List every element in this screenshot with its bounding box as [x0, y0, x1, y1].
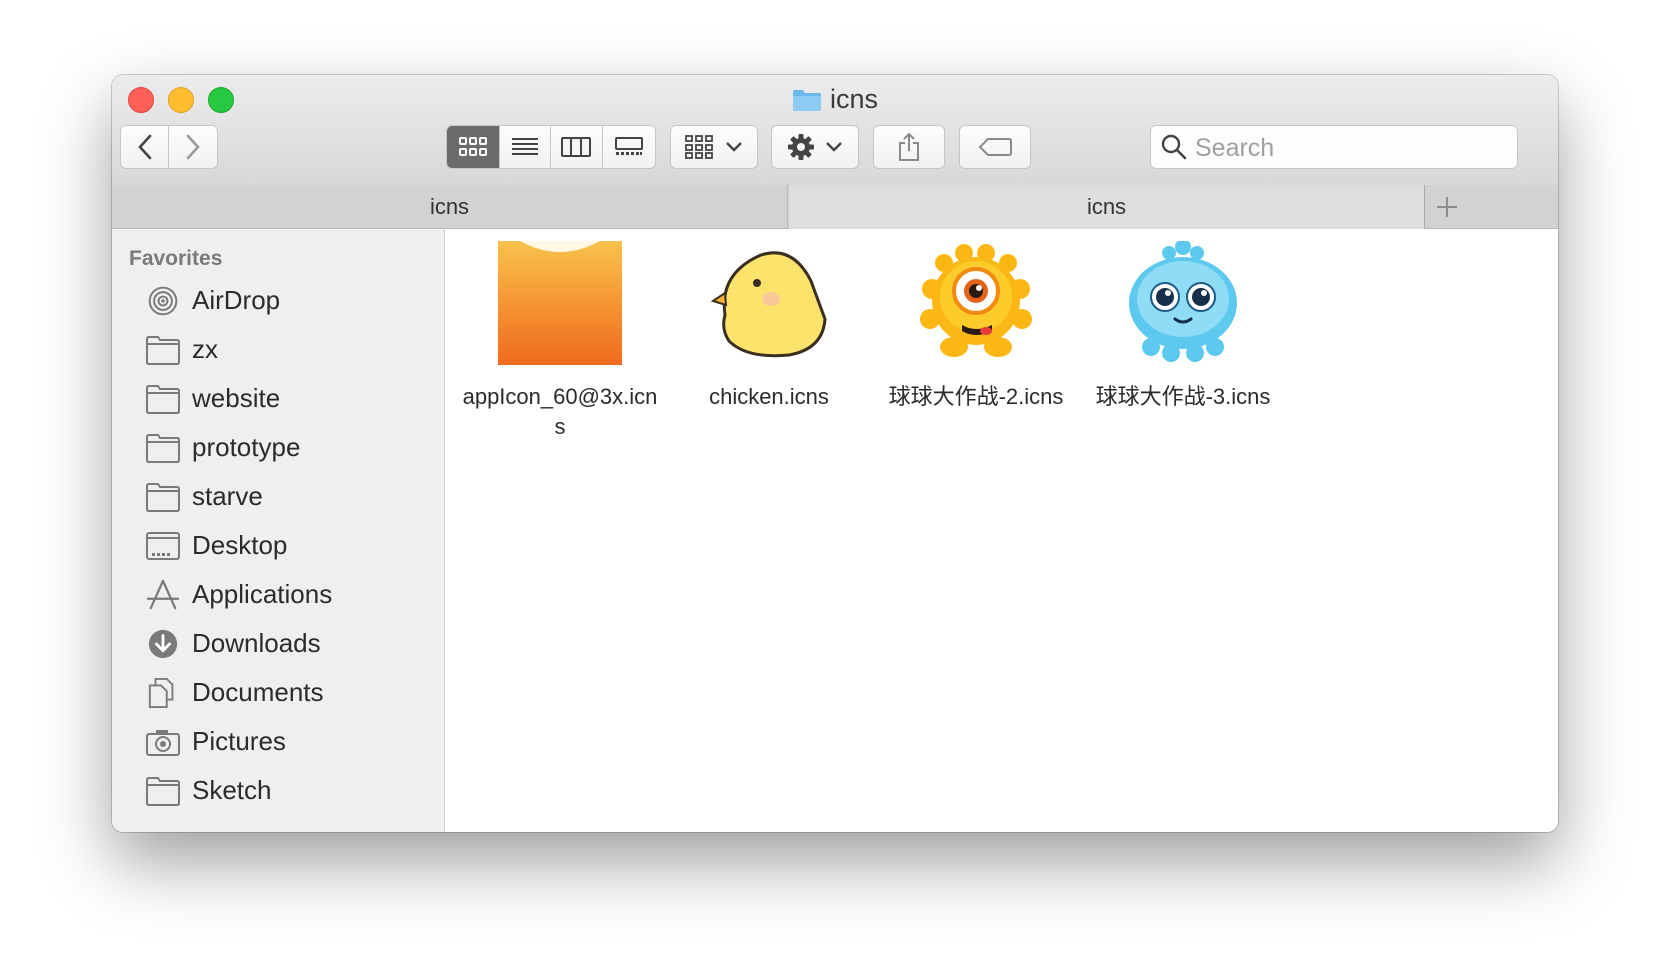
folder-icon — [146, 777, 180, 806]
gallery-view-icon — [614, 137, 643, 155]
sidebar-item-desktop[interactable]: Desktop — [145, 526, 435, 566]
folder-icon — [146, 336, 180, 365]
chevron-left-icon — [137, 134, 151, 160]
icon-view-icon — [458, 137, 487, 156]
view-mode-control — [446, 125, 656, 169]
sidebar-item-label: Downloads — [192, 628, 321, 658]
chevron-down-icon — [726, 142, 742, 152]
blue-monster-icon — [1129, 239, 1237, 362]
grid-group-icon — [685, 135, 713, 159]
file-name: 球球大作战-3.icns — [1095, 384, 1271, 409]
sidebar-item-documents[interactable]: Documents — [145, 673, 435, 713]
sidebar-item-website[interactable]: website — [145, 379, 435, 419]
gear-icon — [788, 134, 814, 160]
tab-icns-2[interactable]: icns — [789, 185, 1425, 229]
sidebar-item-applications[interactable]: Applications — [145, 575, 435, 615]
sidebar-item-label: prototype — [192, 432, 301, 462]
chevron-down-icon — [826, 142, 842, 152]
column-view-icon — [561, 137, 592, 157]
back-button[interactable] — [121, 126, 170, 168]
sidebar-heading: Favorites — [129, 247, 223, 270]
tab-bar: icns icns — [112, 185, 1558, 229]
sidebar-item-label: Desktop — [192, 530, 288, 560]
search-field[interactable] — [1150, 125, 1518, 169]
finder-window: icns Search icns icns Favorites AirDrop … — [112, 75, 1558, 832]
documents-icon — [148, 677, 174, 709]
file-item[interactable]: 球球大作战-2.icns — [876, 241, 1076, 412]
column-view-button[interactable] — [551, 126, 603, 168]
sidebar-item-downloads[interactable]: Downloads — [145, 624, 435, 664]
sidebar-item-sketch[interactable]: Sketch — [145, 771, 435, 811]
sidebar-item-label: zx — [192, 334, 218, 364]
orange-app-icon — [498, 241, 622, 365]
file-item[interactable]: 球球大作战-3.icns — [1083, 239, 1283, 412]
file-grid: appIcon_60@3x.icns chicken.icns 球球大作战-2.… — [445, 229, 1558, 832]
tab-icns-1[interactable]: icns — [112, 185, 788, 229]
file-item[interactable]: chicken.icns — [669, 241, 869, 412]
sidebar-item-label: Documents — [192, 677, 324, 707]
file-name: chicken.icns — [709, 384, 829, 409]
sidebar-item-pictures[interactable]: Pictures — [145, 722, 435, 762]
sidebar: Favorites AirDrop zx website prototype s… — [112, 229, 445, 832]
downloads-icon — [148, 629, 178, 659]
sidebar-item-label: AirDrop — [192, 285, 281, 315]
folder-icon — [146, 483, 180, 512]
new-tab-button[interactable] — [1425, 185, 1469, 229]
sidebar-item-prototype[interactable]: prototype — [145, 428, 435, 468]
group-by-button[interactable] — [670, 125, 758, 169]
window-title-text: icns — [829, 84, 878, 114]
folder-icon — [146, 434, 180, 463]
file-name: appIcon_60@3x.icns — [462, 384, 658, 439]
sidebar-item-label: Pictures — [192, 726, 286, 756]
sidebar-item-label: Sketch — [192, 775, 272, 805]
list-view-icon — [511, 138, 538, 155]
action-button[interactable] — [771, 125, 859, 169]
tag-button[interactable] — [959, 125, 1031, 169]
titlebar: icns — [112, 75, 1558, 186]
file-item[interactable]: appIcon_60@3x.icns — [460, 241, 660, 442]
camera-icon — [146, 730, 180, 756]
folder-icon — [792, 86, 822, 120]
sidebar-item-starve[interactable]: starve — [145, 477, 435, 517]
sidebar-item-label: starve — [192, 481, 263, 511]
airdrop-icon — [148, 286, 178, 316]
sidebar-item-airdrop[interactable]: AirDrop — [145, 281, 435, 321]
gallery-view-button[interactable] — [603, 126, 655, 168]
file-name: 球球大作战-2.icns — [888, 384, 1064, 409]
orange-monster-icon — [920, 244, 1032, 357]
sidebar-item-zx[interactable]: zx — [145, 330, 435, 370]
nav-button-group — [120, 125, 218, 169]
chicken-icon — [710, 251, 827, 358]
share-icon — [899, 132, 919, 161]
sidebar-item-label: website — [192, 383, 281, 413]
sidebar-item-label: Applications — [192, 579, 333, 609]
folder-icon — [146, 385, 180, 414]
search-icon — [1161, 134, 1187, 160]
share-button[interactable] — [873, 125, 945, 169]
plus-icon — [1437, 197, 1457, 217]
list-view-button[interactable] — [500, 126, 551, 168]
tag-icon — [978, 138, 1012, 156]
applications-icon — [146, 579, 180, 610]
desktop-icon — [146, 532, 180, 560]
forward-button[interactable] — [169, 126, 217, 168]
window-title: icns — [112, 82, 1558, 120]
chevron-right-icon — [186, 134, 200, 160]
icon-view-button[interactable] — [447, 126, 500, 168]
search-input[interactable] — [1193, 130, 1507, 166]
